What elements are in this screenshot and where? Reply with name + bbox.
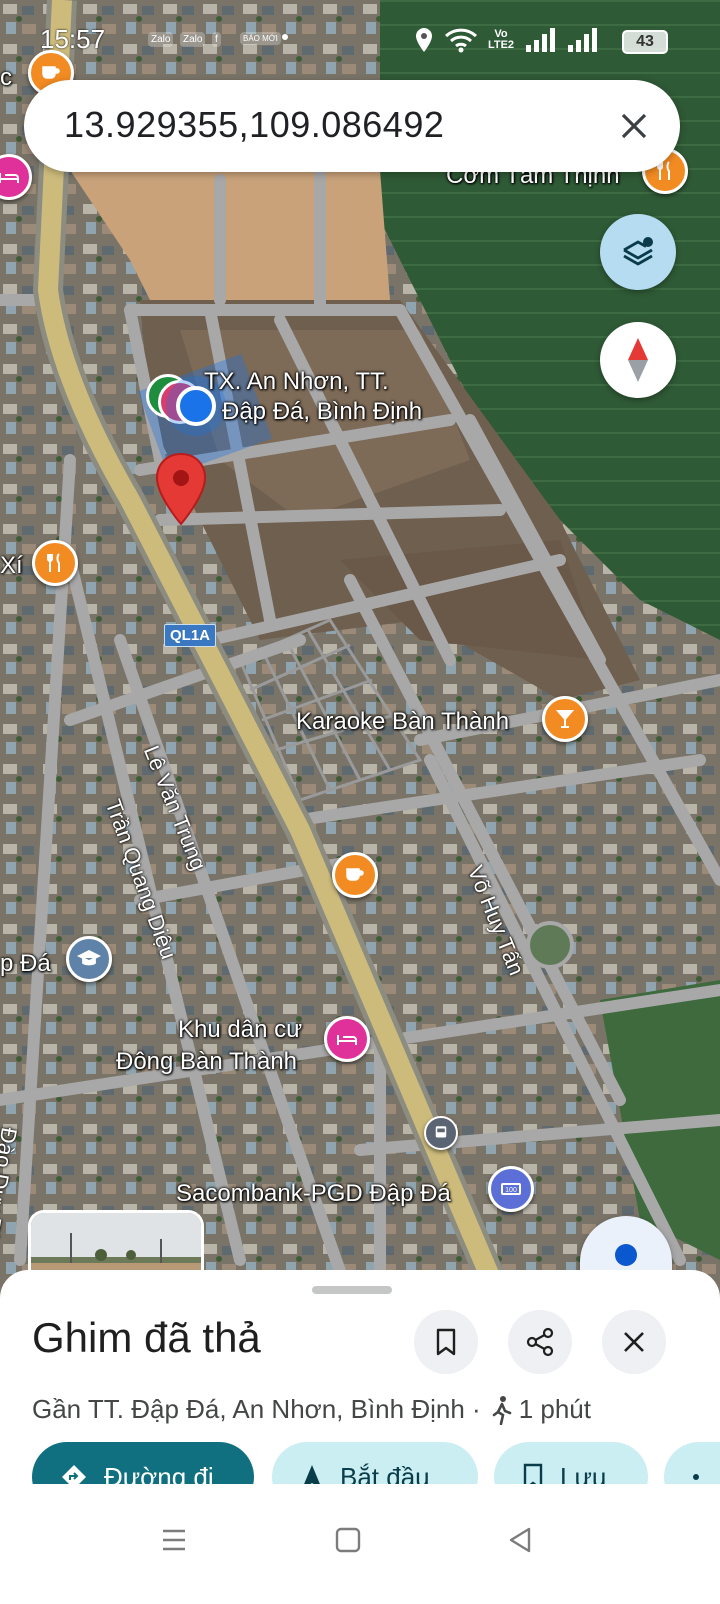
volte-indicator: Vo LTE2 [487,28,515,51]
restaurant-poi-icon-2[interactable] [32,540,78,586]
place-label-karaoke[interactable]: Karaoke Bàn Thành [296,708,509,736]
more-notifications-dot [282,34,288,40]
home-square-icon [335,1527,361,1553]
directions-label: Đường đi [104,1461,214,1485]
bookmark-icon [436,1328,456,1356]
baomoi-notification-icon: BÁO MỚI [240,32,281,45]
start-navigation-button[interactable]: Bắt đầu [272,1442,478,1484]
route-badge-ql1a: QL1A [164,624,217,647]
location-status-icon [416,28,432,52]
share-chip-button[interactable] [664,1442,720,1484]
close-icon [621,113,647,139]
status-icons: Vo LTE2 [412,26,600,54]
bus-stop-icon[interactable] [424,1116,458,1150]
address-row: Gần TT. Đập Đá, An Nhơn, Bình Định · 1 p… [32,1394,591,1425]
bookmark-icon [523,1463,543,1484]
address-text: Gần TT. Đập Đá, An Nhơn, Bình Định · [32,1394,481,1424]
place-title: Ghim đã thả [32,1314,261,1361]
directions-icon [62,1465,86,1484]
share-button[interactable] [508,1310,572,1374]
place-label-khu-dan-cu[interactable]: Khu dân cư [178,1016,302,1044]
save-button[interactable]: Lưu [494,1442,648,1484]
cafe-poi-icon-2[interactable] [332,852,378,898]
save-label: Lưu [560,1461,607,1485]
status-time: 15:57 [40,24,106,54]
school-poi-icon[interactable] [66,936,112,982]
svg-text:100: 100 [505,1187,517,1194]
directions-button[interactable]: Đường đi [32,1442,254,1484]
navigation-arrow-icon [304,1465,320,1484]
my-location-icon [615,1244,637,1266]
zalo-notification-icon: Zalo [148,32,174,47]
start-label: Bắt đầu [340,1461,430,1485]
compass-button[interactable] [600,322,676,398]
battery-icon: 43 [622,30,668,54]
zalo-notification-icon-2: Zalo [180,32,206,47]
walk-time: 1 phút [518,1394,591,1424]
compass-icon [628,338,648,382]
system-navigation-bar [0,1484,720,1604]
signal-strength-icon-2 [568,28,597,52]
close-icon [624,1332,644,1352]
search-query-text[interactable]: 13.929355,109.086492 [64,104,444,146]
wifi-icon [444,28,478,53]
dropped-pin-icon[interactable] [155,452,207,526]
share-icon [526,1327,554,1357]
layers-icon [623,237,653,266]
recent-apps-button[interactable] [144,1510,204,1570]
karaoke-poi-icon[interactable] [542,696,588,742]
place-label-sacombank[interactable]: Sacombank-PGD Đập Đá [176,1180,451,1208]
place-bottom-sheet[interactable]: Ghim đã thả Gần TT. Đập Đá, An Nhơn, Bìn… [0,1270,720,1484]
signal-strength-icon [526,28,555,52]
walking-icon [492,1395,511,1425]
drag-handle[interactable] [312,1286,392,1294]
menu-icon [163,1529,185,1551]
map-view[interactable]: TX. An Nhơn, TT. Đập Đá, Bình Định Cơm T… [0,0,720,1320]
back-button[interactable] [490,1510,550,1570]
place-label-edge-c: c [0,64,12,91]
place-label-edge-pda: p Đá [0,950,51,977]
place-label-pin-area: TX. An Nhơn, TT. [204,368,389,395]
share-icon [693,1474,699,1480]
search-bar[interactable]: 13.929355,109.086492 [24,80,680,172]
place-label-khu-dan-cu-2[interactable]: Đông Bàn Thành [116,1048,297,1076]
map-layers-button[interactable] [600,214,676,290]
bank-poi-icon[interactable]: 100 [488,1166,534,1212]
bookmark-button[interactable] [414,1310,478,1374]
hotel-poi-icon-2[interactable] [324,1016,370,1062]
facebook-notification-icon: f [212,32,221,47]
place-label-pin-area-2: Đập Đá, Bình Định [222,398,423,425]
status-bar: 15:57 Zalo Zalo f BÁO MỚI Vo LTE2 43 [0,18,720,64]
place-label-edge-xi: Xí [0,552,23,579]
close-sheet-button[interactable] [602,1310,666,1374]
clear-search-button[interactable] [612,104,656,148]
back-triangle-icon [509,1527,531,1553]
home-button[interactable] [318,1510,378,1570]
satellite-map [0,0,720,1320]
